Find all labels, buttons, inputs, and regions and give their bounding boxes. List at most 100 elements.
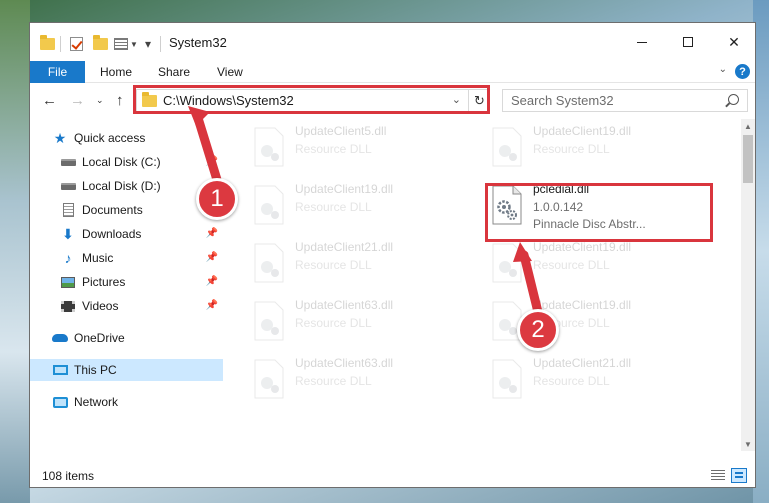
file-tile[interactable]: UpdateClient19.dll Resource DLL (245, 179, 471, 235)
dll-file-icon (492, 359, 522, 399)
pin-icon: 📌 (205, 276, 218, 287)
sidebar-item-network[interactable]: Network (30, 391, 223, 413)
dll-file-icon (254, 243, 284, 283)
music-icon: ♪ (64, 250, 72, 266)
pin-icon: 📌 (205, 228, 218, 239)
scroll-up-icon[interactable]: ▲ (741, 119, 755, 133)
sidebar-item-label: Network (74, 395, 119, 409)
recent-locations-chevron-icon[interactable]: ⌄ (96, 95, 104, 106)
close-button[interactable]: ✕ (711, 23, 755, 61)
file-name: UpdateClient63.dll (295, 356, 394, 370)
status-bar: 108 items (30, 463, 755, 487)
file-tile[interactable]: UpdateClient19.dll Resource DLL (483, 237, 709, 293)
new-folder-icon[interactable] (93, 35, 108, 53)
document-icon (62, 203, 74, 217)
tab-view[interactable]: View (217, 65, 243, 79)
up-arrow-icon[interactable]: ↑ (116, 92, 124, 109)
vertical-scrollbar[interactable]: ▲ ▼ (741, 119, 755, 451)
folder-icon[interactable] (40, 35, 55, 53)
sidebar-item-onedrive[interactable]: OneDrive (30, 327, 223, 349)
properties-check-icon[interactable] (70, 35, 83, 53)
download-icon: ⬇ (62, 225, 74, 242)
close-icon: ✕ (728, 33, 740, 50)
file-list: UpdateClient5.dll Resource DLL UpdateCli… (225, 119, 741, 451)
item-count: 108 items (42, 469, 95, 483)
pin-icon: 📌 (205, 156, 218, 167)
back-arrow-icon[interactable]: ← (42, 92, 57, 109)
dll-file-icon (254, 359, 284, 399)
file-name: UpdateClient63.dll (295, 298, 394, 312)
pin-icon: 📌 (205, 300, 218, 311)
sidebar-item-quick-access[interactable]: ★ Quick access (30, 127, 223, 149)
file-tile[interactable]: UpdateClient19.dll Resource DLL (483, 121, 709, 177)
file-name: UpdateClient19.dll (533, 124, 632, 138)
dll-file-icon (492, 243, 522, 283)
window-title: System32 (169, 35, 227, 50)
disk-icon (60, 182, 76, 190)
sidebar-item-documents[interactable]: Documents 📌 (30, 199, 223, 221)
sidebar-item-downloads[interactable]: ⬇ Downloads 📌 (30, 223, 223, 245)
videos-icon (61, 300, 75, 312)
dll-file-icon (254, 301, 284, 341)
sidebar-item-label: Pictures (82, 275, 126, 289)
separator (160, 35, 161, 53)
help-icon[interactable]: ? (735, 64, 750, 79)
file-highlight (485, 183, 713, 242)
sidebar-item-label: Local Disk (C:) (82, 155, 161, 169)
rename-icon[interactable] (114, 35, 128, 53)
file-tile[interactable]: UpdateClient63.dll Resource DLL (245, 295, 471, 351)
file-tile[interactable]: UpdateClient21.dll Resource DLL (245, 237, 471, 293)
file-description: Resource DLL (295, 142, 372, 156)
scroll-down-icon[interactable]: ▼ (741, 437, 755, 451)
sidebar-item-this-pc[interactable]: This PC (30, 359, 223, 381)
tab-share[interactable]: Share (158, 65, 190, 79)
tiles-view-icon[interactable] (731, 468, 747, 483)
customize-toolbar-icon[interactable]: ▾ (145, 35, 151, 53)
sidebar-item-label: OneDrive (74, 331, 125, 345)
sidebar-item-videos[interactable]: Videos 📌 (30, 295, 223, 317)
onedrive-icon (52, 334, 68, 342)
quick-access-dropdown-icon[interactable]: ▼ (130, 35, 138, 53)
ribbon: File Home Share View ⌄ ? (30, 61, 755, 83)
separator (60, 35, 61, 53)
file-description: Resource DLL (533, 374, 610, 388)
desktop-background-left (0, 0, 30, 503)
minimize-icon (637, 41, 647, 43)
file-name: UpdateClient21.dll (295, 240, 394, 254)
forward-arrow-icon[interactable]: → (70, 92, 85, 109)
file-description: Resource DLL (533, 142, 610, 156)
sidebar-item-label: This PC (74, 363, 117, 377)
sidebar-item-label: Quick access (74, 131, 146, 145)
this-pc-icon (52, 365, 68, 375)
file-tile[interactable]: UpdateClient63.dll Resource DLL (245, 353, 471, 409)
sidebar-item-label: Local Disk (D:) (82, 179, 161, 193)
dll-file-icon (254, 185, 284, 225)
disk-icon (60, 158, 76, 166)
details-view-icon[interactable] (711, 470, 725, 481)
maximize-button[interactable] (665, 23, 711, 61)
sidebar-item-music[interactable]: ♪ Music 📌 (30, 247, 223, 269)
minimize-button[interactable] (619, 23, 665, 61)
scroll-thumb[interactable] (743, 135, 753, 183)
address-bar-highlight (133, 85, 490, 114)
file-tile[interactable]: UpdateClient21.dll Resource DLL (483, 353, 709, 409)
expand-ribbon-chevron-icon[interactable]: ⌄ (719, 64, 727, 75)
sidebar-item-label: Documents (82, 203, 143, 217)
star-icon: ★ (53, 129, 67, 146)
file-description: Resource DLL (295, 374, 372, 388)
maximize-icon (683, 37, 693, 47)
search-box[interactable] (502, 89, 748, 112)
title-bar: ▼ ▾ System32 ✕ (30, 23, 755, 61)
dll-file-icon (254, 127, 284, 167)
file-description: Resource DLL (295, 258, 372, 272)
sidebar-item-local-disk-c[interactable]: Local Disk (C:) 📌 (30, 151, 223, 173)
tab-file[interactable]: File (30, 61, 85, 83)
file-name: UpdateClient19.dll (295, 182, 394, 196)
file-tile[interactable]: UpdateClient5.dll Resource DLL (245, 121, 471, 177)
tab-home[interactable]: Home (100, 65, 132, 79)
sidebar-item-local-disk-d[interactable]: Local Disk (D:) 📌 (30, 175, 223, 197)
file-name: UpdateClient19.dll (533, 298, 632, 312)
search-input[interactable] (511, 93, 711, 108)
sidebar-item-pictures[interactable]: Pictures 📌 (30, 271, 223, 293)
step-1-badge: 1 (196, 178, 238, 220)
